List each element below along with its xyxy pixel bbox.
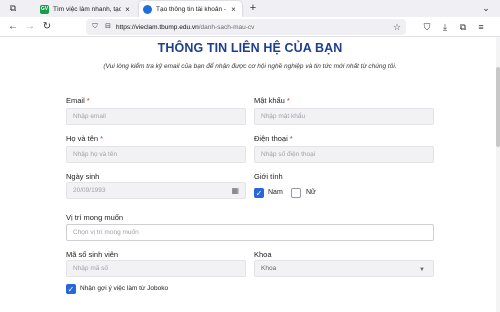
- suggest-jobs-label: Nhận gợi ý việc làm từ Joboko: [80, 285, 169, 292]
- tab-create-account[interactable]: Tạo thông tin tài khoản - tbum ×: [139, 1, 242, 17]
- download-icon[interactable]: ⤓: [438, 20, 452, 34]
- close-icon[interactable]: ×: [123, 5, 132, 14]
- faculty-value: Khoa: [261, 265, 277, 272]
- phone-field[interactable]: Nhập số điện thoại: [254, 146, 434, 163]
- suggest-jobs-checkbox[interactable]: ✓: [66, 284, 76, 294]
- job-site-favicon-icon: GV: [40, 4, 49, 14]
- site-info-icon[interactable]: ⊟: [103, 22, 113, 32]
- form-note: (Vui lòng kiểm tra kỹ email của bạn để n…: [103, 63, 397, 70]
- tab-title: Tạo thông tin tài khoản - tbum: [156, 5, 227, 13]
- tab-strip: ⧉ GV Tìm việc làm nhanh, tạo cv xin × Tạ…: [0, 0, 500, 17]
- forward-arrow-icon[interactable]: →: [23, 20, 37, 34]
- dob-value: 20/09/1993: [73, 187, 106, 194]
- calendar-icon[interactable]: ▦: [231, 186, 239, 195]
- school-favicon-icon: [143, 4, 152, 14]
- fullname-field[interactable]: Nhập họ và tên: [66, 146, 246, 163]
- tab-list-icon[interactable]: ⧉: [4, 2, 22, 15]
- gender-male-checkbox[interactable]: ✓: [254, 188, 264, 198]
- password-label: Mật khẩu *: [254, 96, 290, 105]
- dob-label: Ngày sinh: [66, 172, 100, 181]
- gender-male-label: Nam: [268, 189, 283, 196]
- student-id-label: Mã số sinh viên: [66, 250, 119, 259]
- dob-field[interactable]: 20/09/1993 ▦: [66, 182, 246, 199]
- form-title: THÔNG TIN LIÊN HỆ CỦA BẠN: [157, 41, 343, 55]
- chevron-down-icon: ▼: [419, 267, 425, 273]
- gender-female-checkbox[interactable]: [291, 188, 301, 198]
- bookmark-star-icon[interactable]: ☆: [392, 22, 402, 33]
- new-tab-button[interactable]: +: [246, 2, 260, 15]
- close-icon[interactable]: ×: [229, 5, 238, 14]
- scrollbar[interactable]: [496, 37, 500, 312]
- scrollbar-thumb[interactable]: [496, 67, 500, 147]
- student-id-field[interactable]: Nhập mã số: [66, 260, 246, 277]
- page-content: THÔNG TIN LIÊN HỆ CỦA BẠN (Vui lòng kiểm…: [0, 37, 500, 312]
- faculty-label: Khoa: [254, 250, 272, 259]
- tab-job-search[interactable]: GV Tìm việc làm nhanh, tạo cv xin ×: [36, 1, 136, 17]
- email-label: Email *: [66, 96, 90, 105]
- extensions-icon[interactable]: ⧉: [456, 20, 470, 34]
- tab-title: Tìm việc làm nhanh, tạo cv xin: [53, 5, 121, 13]
- pocket-icon[interactable]: ⛉: [420, 20, 434, 34]
- gender-label: Giới tính: [254, 172, 283, 181]
- url-text[interactable]: https://vieclam.tbump.edu.vn/danh-sach-m…: [116, 24, 392, 31]
- phone-label: Điện thoại *: [254, 134, 293, 143]
- nav-bar: ← → ↻ ⛉ ⊟ https://vieclam.tbump.edu.vn/d…: [0, 17, 500, 37]
- faculty-select[interactable]: Khoa ▼: [254, 260, 434, 277]
- position-select[interactable]: Chọn vị trí mong muốn: [66, 224, 434, 241]
- back-arrow-icon[interactable]: ←: [6, 20, 20, 34]
- shield-icon[interactable]: ⛉: [90, 22, 100, 32]
- email-field[interactable]: Nhập email: [66, 108, 246, 125]
- password-field[interactable]: Nhập mật khẩu: [254, 108, 434, 125]
- fullname-label: Họ và tên *: [66, 134, 104, 143]
- chevron-down-icon[interactable]: ⌄: [478, 2, 494, 15]
- menu-icon[interactable]: ≡: [474, 20, 488, 34]
- gender-female-label: Nữ: [306, 189, 316, 196]
- position-label: Vị trí mong muốn: [66, 213, 124, 222]
- address-bar[interactable]: ⛉ ⊟ https://vieclam.tbump.edu.vn/danh-sa…: [86, 19, 406, 35]
- reload-icon[interactable]: ↻: [40, 20, 54, 34]
